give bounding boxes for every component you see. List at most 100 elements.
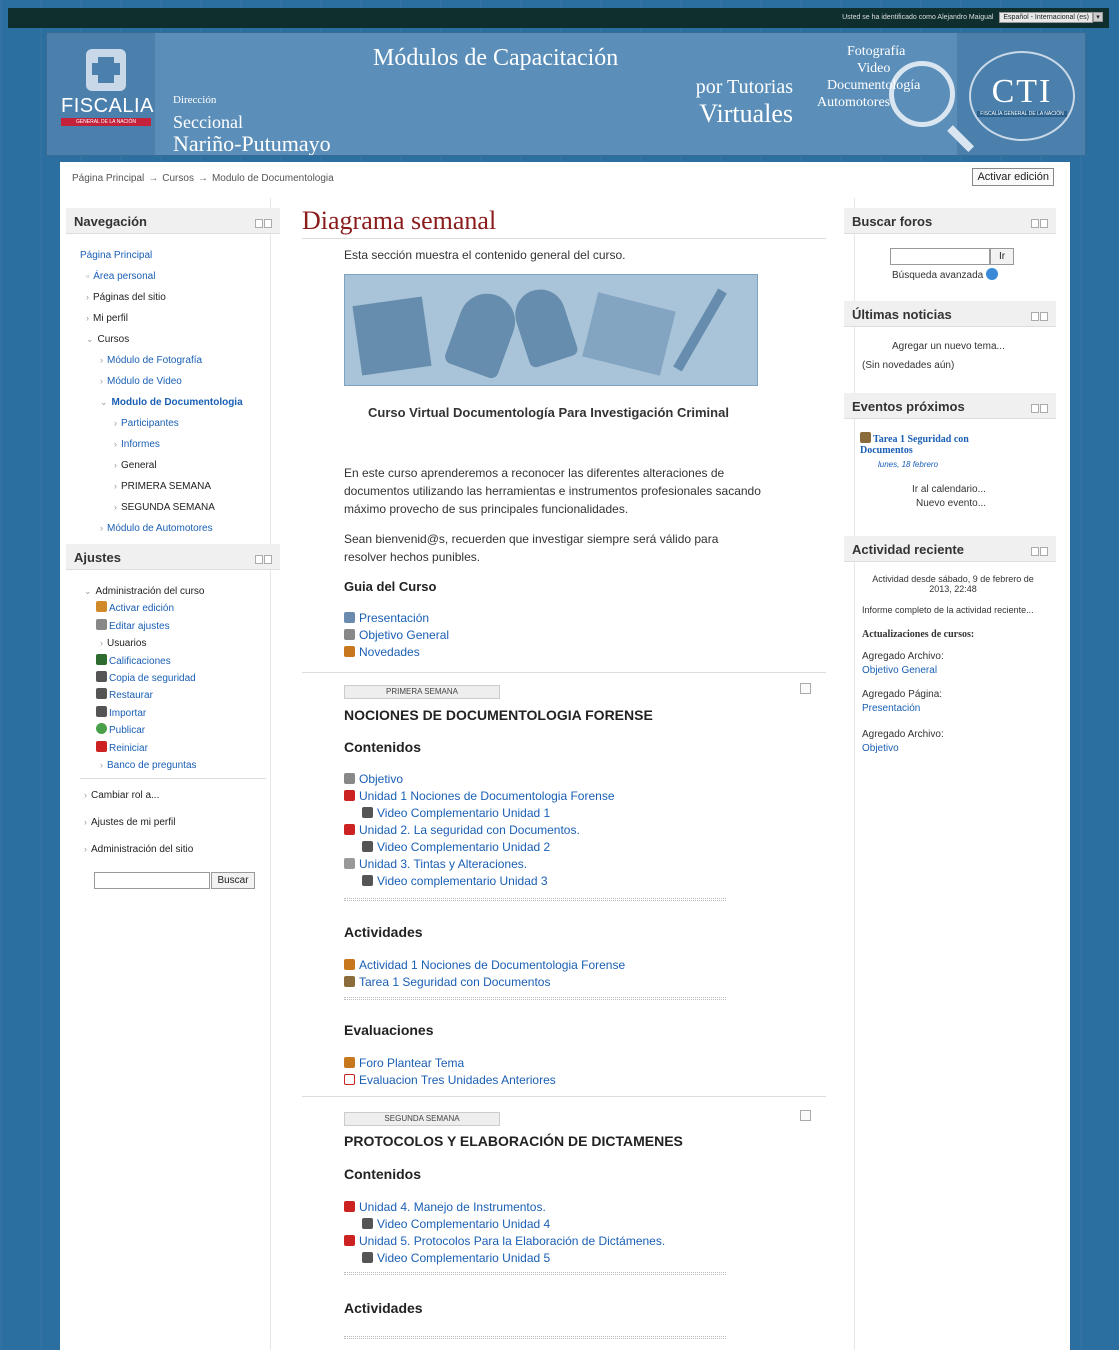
guide-heading: Guia del Curso bbox=[344, 579, 437, 594]
quiz-icon bbox=[344, 1074, 355, 1085]
profile-settings[interactable]: Ajustes de mi perfil bbox=[91, 817, 175, 828]
nav-item-week1[interactable]: PRIMERA SEMANA bbox=[121, 481, 211, 492]
activity-tarea1[interactable]: Tarea 1 Seguridad con Documentos bbox=[359, 975, 550, 989]
settings-question-bank[interactable]: Banco de preguntas bbox=[107, 760, 197, 771]
block-controls[interactable] bbox=[1030, 401, 1050, 413]
settings-grades[interactable]: Calificaciones bbox=[109, 656, 171, 667]
nav-item-courses[interactable]: Cursos bbox=[98, 334, 130, 345]
week1-highlight-checkbox[interactable] bbox=[800, 683, 811, 694]
nav-item-general[interactable]: General bbox=[121, 460, 157, 471]
nav-item-profile[interactable]: Mi perfil bbox=[93, 313, 128, 324]
page-title: Diagrama semanal bbox=[302, 206, 497, 235]
settings-enable-edit[interactable]: Activar edición bbox=[109, 603, 174, 614]
breadcrumb-home[interactable]: Página Principal bbox=[72, 173, 144, 184]
activity-presentacion[interactable]: Presentación bbox=[359, 611, 429, 625]
pdf-icon bbox=[344, 1201, 355, 1212]
settings-backup[interactable]: Copia de seguridad bbox=[109, 673, 196, 684]
login-info: Usted se ha identificado como Alejandro … bbox=[842, 14, 994, 21]
content-video2[interactable]: Video Complementario Unidad 2 bbox=[377, 840, 550, 854]
content-unidad1[interactable]: Unidad 1 Nociones de Documentologia Fore… bbox=[359, 789, 615, 803]
site-admin[interactable]: Administración del sitio bbox=[91, 844, 193, 855]
content-video4[interactable]: Video Complementario Unidad 4 bbox=[377, 1217, 550, 1231]
page-content: Página Principal → Cursos → Modulo de Docume… bbox=[60, 162, 1070, 1350]
course-admin[interactable]: Administración del curso bbox=[96, 586, 205, 597]
breadcrumb: Página Principal → Cursos → Modulo de Docume… bbox=[72, 173, 334, 184]
content-unidad4[interactable]: Unidad 4. Manejo de Instrumentos. bbox=[359, 1200, 546, 1214]
block-controls[interactable] bbox=[1030, 216, 1050, 228]
crest-icon bbox=[86, 49, 126, 91]
week1-activities: Actividad 1 Nociones de Documentologia F… bbox=[344, 957, 625, 991]
settings-restore[interactable]: Restaurar bbox=[109, 690, 153, 701]
enable-editing-button[interactable]: Activar edición bbox=[972, 168, 1054, 186]
course-banner-image bbox=[344, 274, 758, 386]
nav-item-week2[interactable]: SEGUNDA SEMANA bbox=[121, 502, 215, 513]
week1-evaluations-heading: Evaluaciones bbox=[344, 1022, 434, 1038]
video-page-icon bbox=[362, 841, 373, 852]
banner-modules-list: Fotografía Video Documentología Automoto… bbox=[817, 44, 921, 110]
content-unidad5[interactable]: Unidad 5. Protocolos Para la Elaboración… bbox=[359, 1234, 665, 1248]
event-item[interactable]: Tarea 1 Seguridad con Documentos bbox=[860, 432, 969, 456]
nav-item-site-pages[interactable]: Páginas del sitio bbox=[93, 292, 166, 303]
week1-tag: PRIMERA SEMANA bbox=[344, 685, 500, 699]
full-report-link[interactable]: Informe completo de la actividad recient… bbox=[862, 605, 1034, 615]
navigation-block-header: Navegación bbox=[66, 208, 280, 234]
navigation-tree: Página Principal ▫ Área personal › Páginas… bbox=[80, 246, 243, 539]
breadcrumb-courses[interactable]: Cursos bbox=[162, 173, 194, 184]
chevron-down-icon[interactable]: ▾ bbox=[1093, 12, 1103, 22]
settings-edit-settings[interactable]: Editar ajustes bbox=[109, 621, 170, 632]
nav-item-documentologia[interactable]: Modulo de Documentologia bbox=[112, 397, 243, 408]
content-video1[interactable]: Video Complementario Unidad 1 bbox=[377, 806, 550, 820]
content-video5[interactable]: Video Complementario Unidad 5 bbox=[377, 1251, 550, 1265]
assignment-icon bbox=[860, 432, 871, 443]
globe-icon bbox=[96, 723, 107, 735]
block-controls[interactable] bbox=[254, 552, 274, 564]
nav-item-home[interactable]: Página Principal bbox=[80, 246, 243, 266]
settings-users[interactable]: Usuarios bbox=[107, 638, 146, 649]
backup-icon bbox=[96, 671, 107, 683]
block-controls[interactable] bbox=[254, 216, 274, 228]
activity-actividad1[interactable]: Actividad 1 Nociones de Documentologia F… bbox=[359, 958, 625, 972]
settings-publish[interactable]: Publicar bbox=[109, 725, 145, 736]
forum-search-input[interactable] bbox=[890, 248, 990, 265]
calendar-link[interactable]: Ir al calendario... bbox=[912, 484, 986, 495]
nav-item-personal[interactable]: Área personal bbox=[93, 271, 155, 282]
nav-item-automotores[interactable]: Módulo de Automotores bbox=[107, 523, 213, 534]
activity-objetivo-general[interactable]: Objetivo General bbox=[359, 628, 449, 642]
eval-evaluacion[interactable]: Evaluacion Tres Unidades Anteriores bbox=[359, 1073, 556, 1087]
block-controls[interactable] bbox=[1030, 544, 1050, 556]
content-unidad3[interactable]: Unidad 3. Tintas y Alteraciones. bbox=[359, 857, 527, 871]
settings-search-input[interactable] bbox=[94, 872, 210, 889]
advanced-search-link[interactable]: Búsqueda avanzada bbox=[892, 268, 998, 281]
settings-doc-icon bbox=[96, 618, 107, 630]
week2-highlight-checkbox[interactable] bbox=[800, 1110, 811, 1121]
pencil-icon bbox=[96, 601, 107, 613]
help-icon[interactable] bbox=[985, 268, 998, 280]
search-button[interactable]: Buscar bbox=[211, 872, 255, 889]
search-forums-header: Buscar foros bbox=[844, 208, 1056, 234]
settings-reset[interactable]: Reiniciar bbox=[109, 743, 148, 754]
settings-import[interactable]: Importar bbox=[109, 708, 146, 719]
switch-role[interactable]: Cambiar rol a... bbox=[91, 790, 159, 801]
language-select[interactable]: Español - Internacional (es) bbox=[999, 12, 1093, 23]
content-objetivo[interactable]: Objetivo bbox=[359, 772, 403, 786]
welcome-text: Sean bienvenid@s, recuerden que investig… bbox=[344, 532, 719, 564]
block-controls[interactable] bbox=[1030, 309, 1050, 321]
new-event-link[interactable]: Nuevo evento... bbox=[916, 498, 986, 509]
pdf-icon bbox=[344, 790, 355, 801]
week1-title: NOCIONES DE DOCUMENTOLOGIA FORENSE bbox=[344, 707, 653, 723]
course-title: Curso Virtual Documentología Para Invest… bbox=[368, 405, 729, 420]
week2-title: PROTOCOLOS Y ELABORACIÓN DE DICTAMENES bbox=[344, 1133, 683, 1149]
forum-icon bbox=[344, 959, 355, 970]
add-topic-link[interactable]: Agregar un nuevo tema... bbox=[892, 341, 1005, 352]
activity-novedades[interactable]: Novedades bbox=[359, 645, 420, 659]
content-video3[interactable]: Video complementario Unidad 3 bbox=[377, 874, 548, 888]
content-unidad2[interactable]: Unidad 2. La seguridad con Documentos. bbox=[359, 823, 580, 837]
nav-item-video[interactable]: Módulo de Video bbox=[107, 376, 182, 387]
nav-item-fotografia[interactable]: Módulo de Fotografía bbox=[107, 355, 202, 366]
nav-item-reports[interactable]: Informes bbox=[121, 439, 160, 450]
restore-icon bbox=[96, 688, 107, 700]
nav-item-participants[interactable]: Participantes bbox=[121, 418, 179, 429]
breadcrumb-current[interactable]: Modulo de Documentologia bbox=[212, 173, 334, 184]
go-button[interactable]: Ir bbox=[990, 248, 1014, 265]
eval-foro[interactable]: Foro Plantear Tema bbox=[359, 1056, 464, 1070]
